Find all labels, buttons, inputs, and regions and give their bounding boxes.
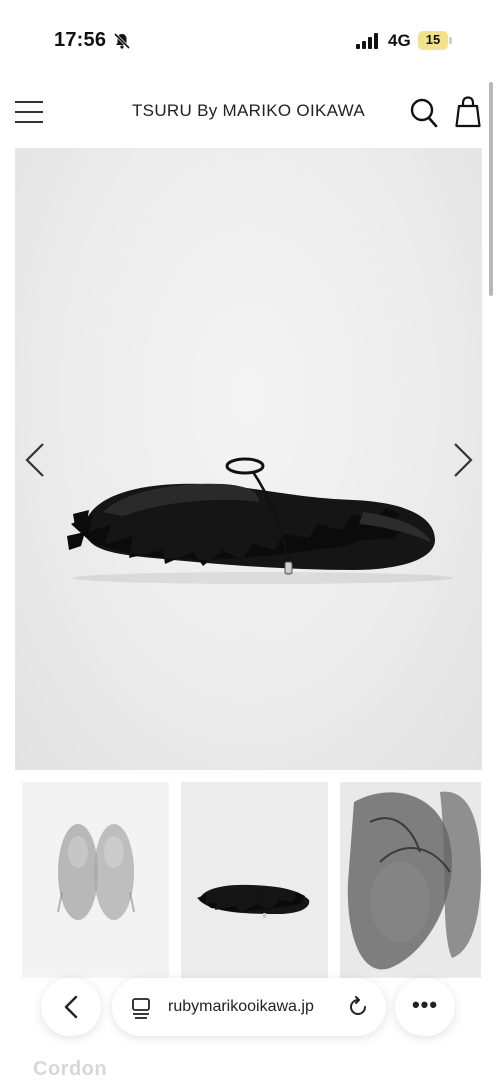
thumbnail-side-view[interactable] [181,782,328,978]
battery-cap [449,37,452,44]
battery-level: 15 [425,32,441,47]
product-name: Cordon [33,1058,108,1080]
menu-icon[interactable] [15,99,43,125]
reload-icon[interactable] [347,996,369,1018]
thumbnail-strip [0,782,497,978]
main-product-image[interactable] [15,148,482,770]
page-scrollbar[interactable] [489,82,493,296]
thumbnail-side-view-illustration [197,884,310,918]
chevron-left-icon[interactable] [23,440,47,480]
shopping-bag-icon[interactable] [455,96,481,128]
search-icon[interactable] [410,98,438,128]
chevron-right-icon[interactable] [451,440,475,480]
signal-icon [356,33,378,49]
network-type: 4G [388,31,411,50]
back-button[interactable] [41,978,101,1036]
thumbnail-detail-view[interactable] [340,782,481,978]
tabs-icon[interactable] [131,997,151,1019]
status-bar: 17:56 4G 15 [0,0,497,80]
url-text[interactable]: rubymarikooikawa.jp [168,998,314,1016]
battery-indicator: 15 [418,31,452,50]
more-icon: ••• [411,992,439,1017]
thumbnail-detail-view-illustration [347,791,481,970]
product-shoe-illustration [67,457,453,584]
status-time: 17:56 [54,29,107,51]
back-icon [64,995,78,1019]
address-bar[interactable]: rubymarikooikawa.jp [112,978,386,1036]
thumbnail-top-view-illustration [57,824,135,920]
site-header: TSURU By MARIKO OIKAWA [0,80,497,146]
bell-slash-icon [113,32,131,50]
thumbnail-top-view[interactable] [22,782,169,978]
more-button[interactable]: ••• [395,978,455,1036]
site-title[interactable]: TSURU By MARIKO OIKAWA [100,101,397,121]
